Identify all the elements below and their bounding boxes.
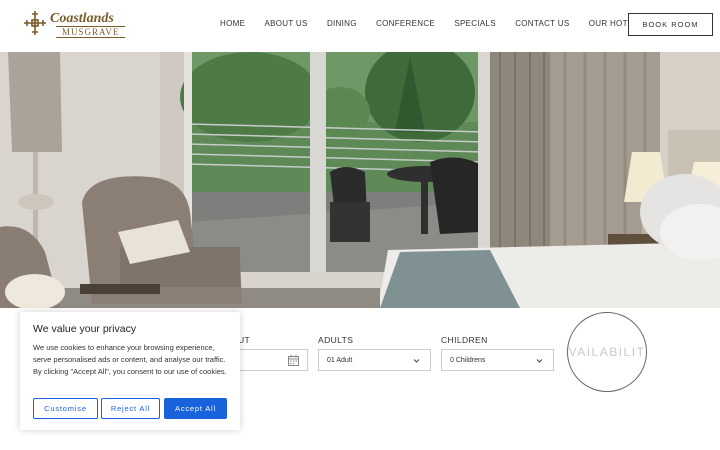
calendar-icon <box>288 355 299 366</box>
cross-emblem-icon <box>24 11 46 35</box>
hero-room-image <box>0 52 720 308</box>
book-room-button[interactable]: BOOK ROOM <box>628 13 713 36</box>
chevron-down-icon <box>536 359 543 363</box>
availability-label: VAILABILIT <box>568 345 646 359</box>
adults-select[interactable]: 01 Adult <box>318 349 431 371</box>
logo-subtitle: MUSGRAVE <box>56 26 126 38</box>
nav-home[interactable]: HOME <box>220 19 245 31</box>
adults-label: ADULTS <box>318 335 354 345</box>
children-label: CHILDREN <box>441 335 488 345</box>
logo-name: Coastlands <box>50 11 114 26</box>
children-value: 0 Childrens <box>450 356 486 364</box>
nav-specials[interactable]: SPECIALS <box>454 19 496 31</box>
site-header: Coastlands MUSGRAVE HOME ABOUT US DINING… <box>0 0 720 52</box>
hotel-logo[interactable]: Coastlands MUSGRAVE <box>22 9 126 41</box>
chevron-down-icon <box>413 359 420 363</box>
cookie-title: We value your privacy <box>33 323 137 335</box>
nav-conference[interactable]: CONFERENCE <box>376 19 435 31</box>
cookie-consent-banner: We value your privacy We use cookies to … <box>20 312 240 430</box>
main-nav: HOME ABOUT US DINING CONFERENCE SPECIALS… <box>220 19 663 31</box>
adults-value: 01 Adult <box>327 356 353 364</box>
accept-all-button[interactable]: Accept All <box>164 398 227 419</box>
children-select[interactable]: 0 Childrens <box>441 349 554 371</box>
reject-all-button[interactable]: Reject All <box>101 398 160 419</box>
check-availability-button[interactable]: VAILABILIT <box>567 312 647 392</box>
nav-about-us[interactable]: ABOUT US <box>265 19 308 31</box>
nav-dining[interactable]: DINING <box>327 19 357 31</box>
checkout-date-field[interactable] <box>228 349 308 371</box>
customise-button[interactable]: Customise <box>33 398 98 419</box>
cookie-description: We use cookies to enhance your browsing … <box>33 343 227 377</box>
hotel-room-illustration <box>0 52 720 308</box>
nav-contact-us[interactable]: CONTACT US <box>515 19 569 31</box>
